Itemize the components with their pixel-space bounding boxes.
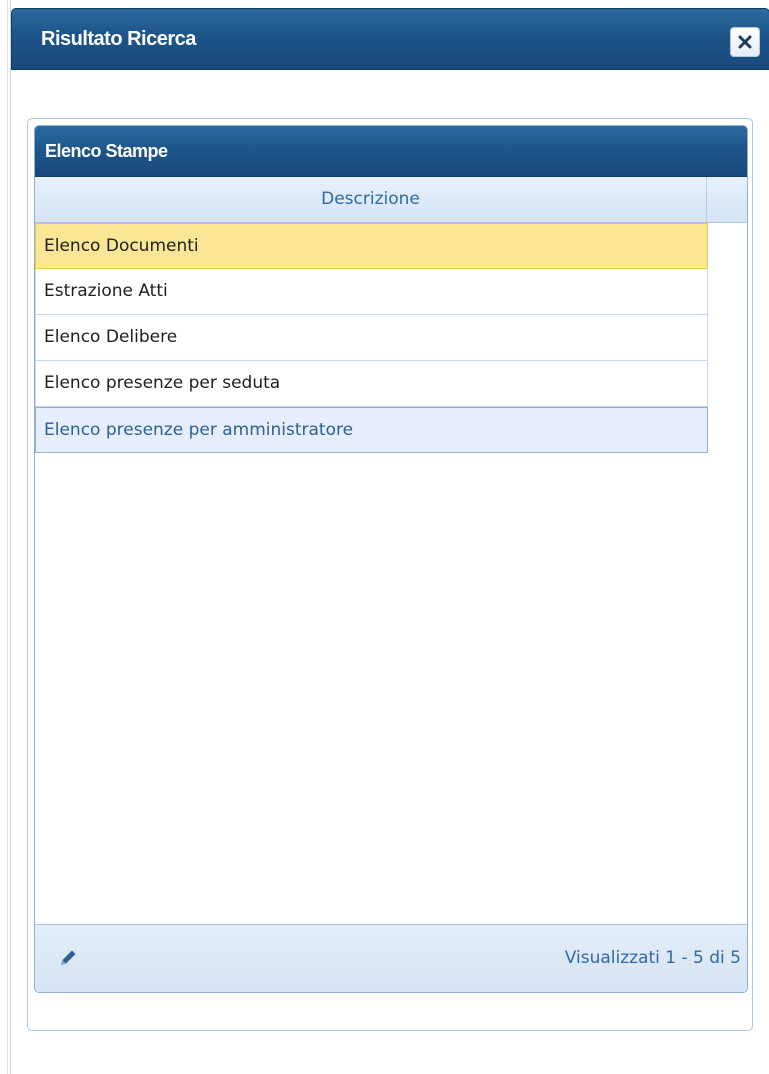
table-row[interactable]: Elenco presenze per amministratore	[35, 407, 708, 453]
grid-header: Descrizione	[35, 177, 747, 223]
dialog-title: Risultato Ricerca	[41, 28, 196, 50]
column-header-descrizione[interactable]: Descrizione	[35, 177, 707, 222]
table-row[interactable]: Estrazione Atti	[35, 269, 708, 315]
grid-body: Elenco Documenti Estrazione Atti Elenco …	[35, 223, 747, 923]
grid-caption-bar: Elenco Stampe	[35, 126, 747, 177]
edit-button[interactable]	[57, 947, 79, 969]
pencil-icon	[61, 950, 76, 965]
header-scrollbar-spacer	[707, 177, 747, 222]
close-button[interactable]	[730, 27, 760, 57]
dialog-titlebar[interactable]: Risultato Ricerca	[11, 8, 769, 70]
background-window-edge	[0, 0, 8, 1074]
table-row[interactable]: Elenco Delibere	[35, 315, 708, 361]
table-row[interactable]: Elenco Documenti	[35, 223, 708, 269]
table-row[interactable]: Elenco presenze per seduta	[35, 361, 708, 407]
close-icon	[738, 35, 752, 49]
pager-info: Visualizzati 1 - 5 di 5	[564, 948, 741, 968]
grid-caption: Elenco Stampe	[45, 141, 168, 161]
prints-grid: Elenco Stampe Descrizione Elenco Documen…	[34, 125, 748, 993]
grid-pager: Visualizzati 1 - 5 di 5	[35, 924, 747, 992]
